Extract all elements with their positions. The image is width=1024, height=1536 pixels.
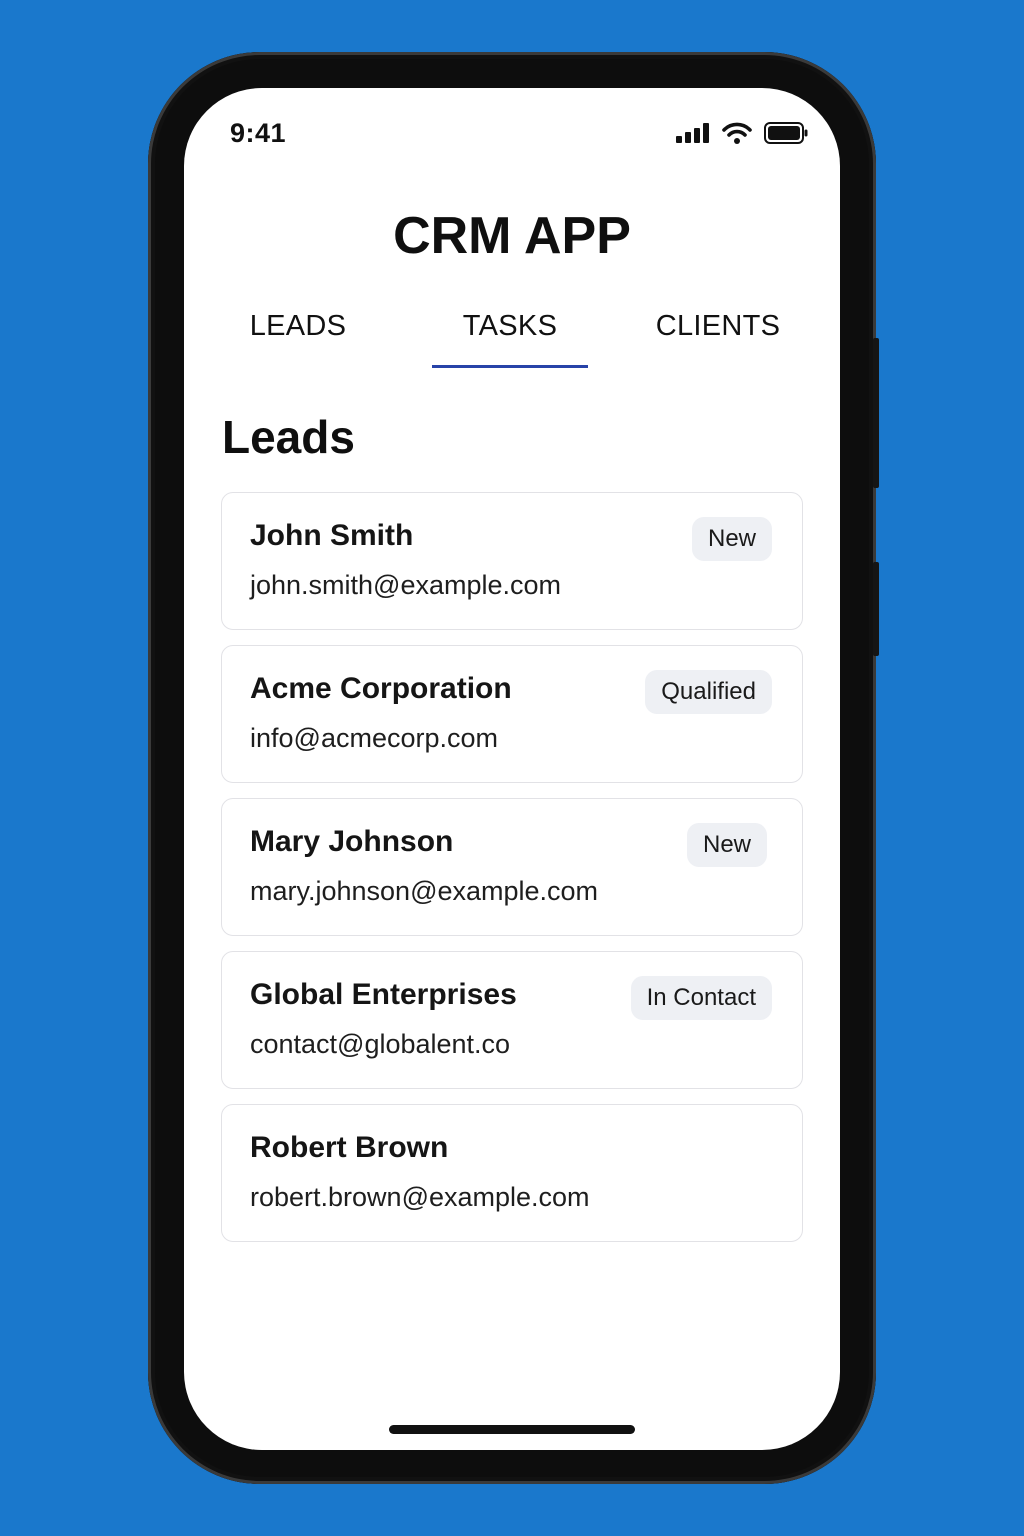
lead-card[interactable]: Mary Johnson mary.johnson@example.com Ne… (221, 798, 803, 936)
lead-email: mary.johnson@example.com (250, 876, 599, 906)
tab-tasks[interactable]: TASKS (432, 310, 588, 368)
tab-leads-label: LEADS (249, 310, 347, 342)
wifi-icon (722, 122, 752, 144)
home-indicator[interactable] (389, 1425, 635, 1434)
lead-email: robert.brown@example.com (250, 1182, 590, 1212)
lead-email: info@acmecorp.com (250, 723, 498, 753)
lead-name: Mary Johnson (250, 825, 454, 858)
signal-icon (676, 123, 709, 143)
status-bar: 9:41 (184, 88, 840, 178)
tab-leads[interactable]: LEADS (220, 310, 376, 368)
lead-name: Acme Corporation (250, 672, 512, 705)
battery-icon (764, 122, 808, 144)
lead-name: Global Enterprises (250, 978, 517, 1011)
lead-card[interactable]: Robert Brown robert.brown@example.com (221, 1104, 803, 1242)
phone-screen: 9:41 CRM APP LEADS TASKS CLIENTS Leads J… (184, 88, 840, 1450)
lead-name: John Smith (250, 519, 414, 552)
lead-list: John Smith john.smith@example.com New Ac… (221, 492, 803, 1257)
lead-email: john.smith@example.com (250, 570, 562, 600)
status-badge: New (691, 517, 772, 561)
phone-side-button-upper (873, 338, 879, 488)
tab-bar: LEADS TASKS CLIENTS (184, 310, 840, 370)
phone-side-button-lower (873, 562, 879, 656)
status-badge: Qualified (645, 670, 772, 714)
lead-card[interactable]: Acme Corporation info@acmecorp.com Quali… (221, 645, 803, 783)
tab-clients[interactable]: CLIENTS (640, 310, 796, 368)
section-title: Leads (222, 411, 355, 463)
lead-card[interactable]: Global Enterprises contact@globalent.co … (221, 951, 803, 1089)
lead-email: contact@globalent.co (250, 1029, 511, 1059)
status-badge: In Contact (630, 976, 772, 1020)
app-title: CRM APP (393, 207, 631, 265)
status-time: 9:41 (230, 118, 287, 148)
tab-clients-label: CLIENTS (655, 310, 781, 342)
tab-tasks-label: TASKS (462, 310, 558, 342)
status-badge: New (686, 823, 767, 867)
lead-card[interactable]: John Smith john.smith@example.com New (221, 492, 803, 630)
lead-name: Robert Brown (250, 1131, 449, 1164)
status-icons (676, 122, 808, 144)
